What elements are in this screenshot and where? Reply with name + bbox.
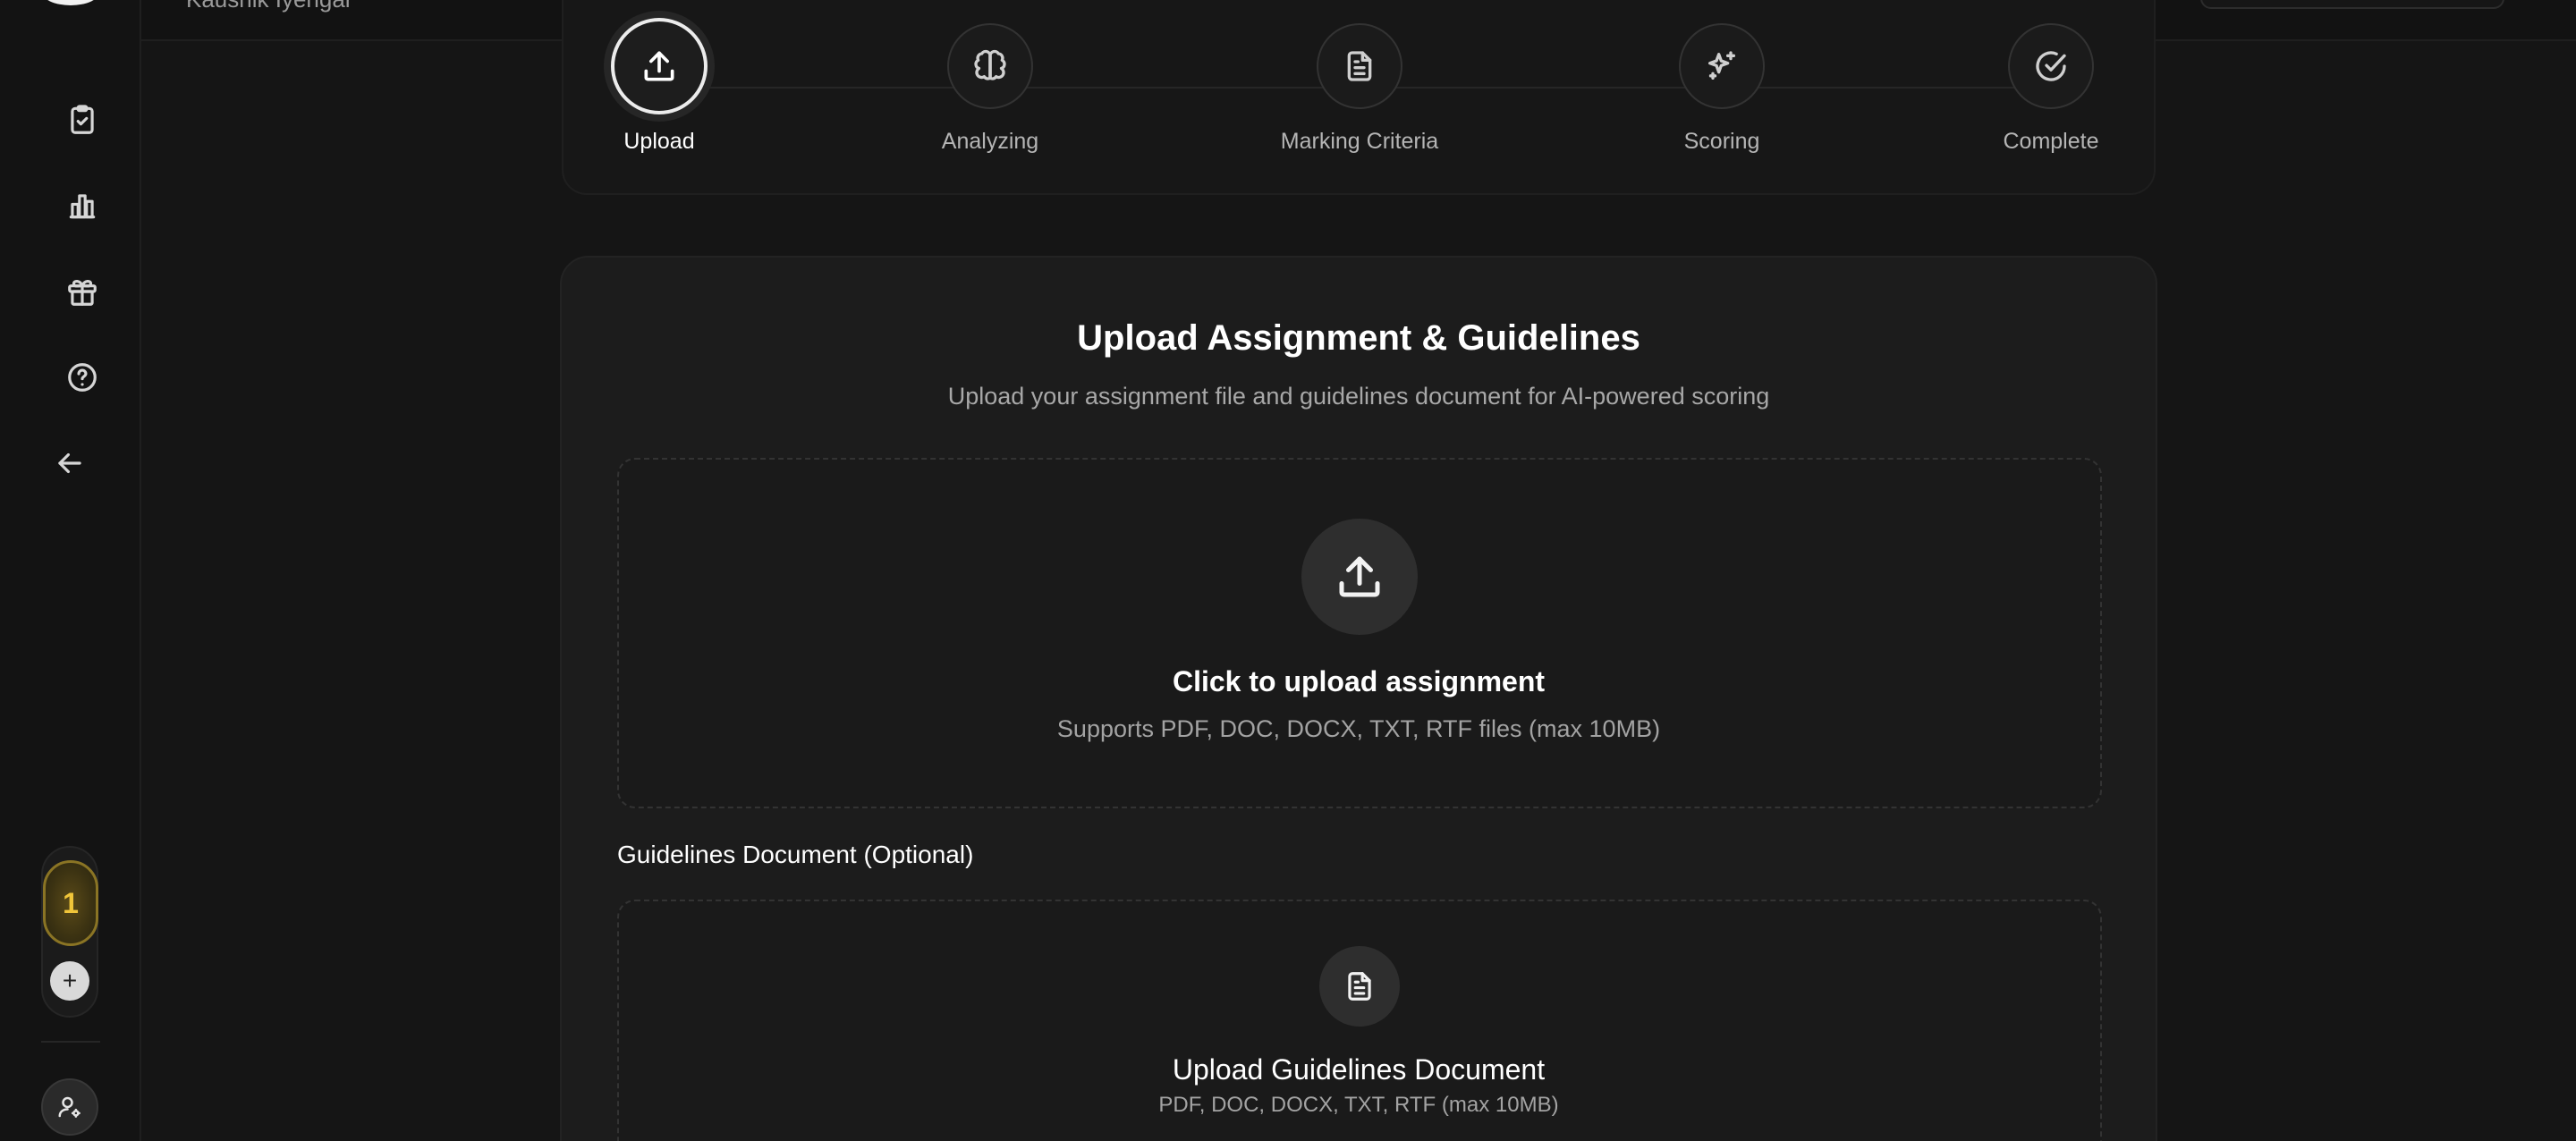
step-marking-circle	[1317, 23, 1402, 109]
step-label: Upload	[623, 129, 695, 154]
user-name: Kaushik Iyengar	[186, 0, 352, 13]
step-analyzing: Analyzing	[892, 23, 1089, 155]
step-label: Scoring	[1683, 129, 1760, 154]
sidebar-item-help[interactable]	[50, 345, 114, 410]
assignment-upload-note: Supports PDF, DOC, DOCX, TXT, RTF files …	[1056, 715, 1661, 742]
check-circle-icon	[2036, 51, 2066, 81]
help-circle-icon	[68, 363, 97, 392]
upload-icon	[644, 51, 674, 81]
step-label: Complete	[2003, 129, 2099, 154]
file-text-icon	[1348, 972, 1371, 1001]
sidebar: 1 +	[0, 0, 141, 1141]
step-analyzing-circle	[947, 23, 1033, 109]
step-upload: Upload	[561, 18, 758, 155]
step-scoring: Scoring	[1623, 23, 1820, 155]
clipboard-check-icon	[71, 105, 94, 134]
arrow-left-icon	[58, 452, 81, 474]
user-settings-icon	[58, 1096, 80, 1118]
app-logo[interactable]	[41, 0, 100, 5]
step-complete: Complete	[1953, 23, 2149, 155]
sidebar-item-analytics[interactable]	[50, 173, 114, 238]
upload-icon	[1339, 556, 1380, 597]
step-upload-circle	[611, 18, 708, 114]
page-title: Upload Assignment & Guidelines	[1077, 318, 1640, 358]
guidelines-section-label: Guidelines Document (Optional)	[617, 841, 974, 868]
gift-icon	[68, 280, 97, 306]
sidebar-item-assignments[interactable]	[50, 88, 114, 152]
sidebar-item-back[interactable]	[38, 431, 102, 495]
step-scoring-circle	[1679, 23, 1765, 109]
guidelines-upload-note: PDF, DOC, DOCX, TXT, RTF (max 10MB)	[1158, 1093, 1559, 1117]
guidelines-upload-icon-circle[interactable]	[1319, 946, 1400, 1027]
page-subtitle: Upload your assignment file and guidelin…	[947, 383, 1770, 410]
bar-chart-icon	[69, 194, 96, 219]
add-credits-button[interactable]: +	[50, 961, 89, 1001]
step-label: Analyzing	[941, 129, 1039, 154]
assignment-upload-title[interactable]: Click to upload assignment	[560, 665, 2157, 698]
guidelines-upload-title[interactable]: Upload Guidelines Document	[560, 1053, 2157, 1086]
brain-icon	[974, 49, 1006, 80]
step-label: Marking Criteria	[1280, 129, 1439, 154]
step-complete-circle	[2008, 23, 2094, 109]
file-text-icon	[1347, 51, 1372, 81]
sidebar-divider	[41, 1041, 100, 1043]
assignment-upload-icon-circle[interactable]	[1301, 519, 1418, 635]
header-action[interactable]	[2200, 0, 2504, 9]
sparkles-icon	[1708, 51, 1735, 80]
credit-count-badge: 1	[43, 860, 98, 946]
step-marking-criteria: Marking Criteria	[1261, 23, 1458, 155]
profile-button[interactable]	[41, 1078, 98, 1136]
sidebar-item-rewards[interactable]	[50, 259, 114, 324]
